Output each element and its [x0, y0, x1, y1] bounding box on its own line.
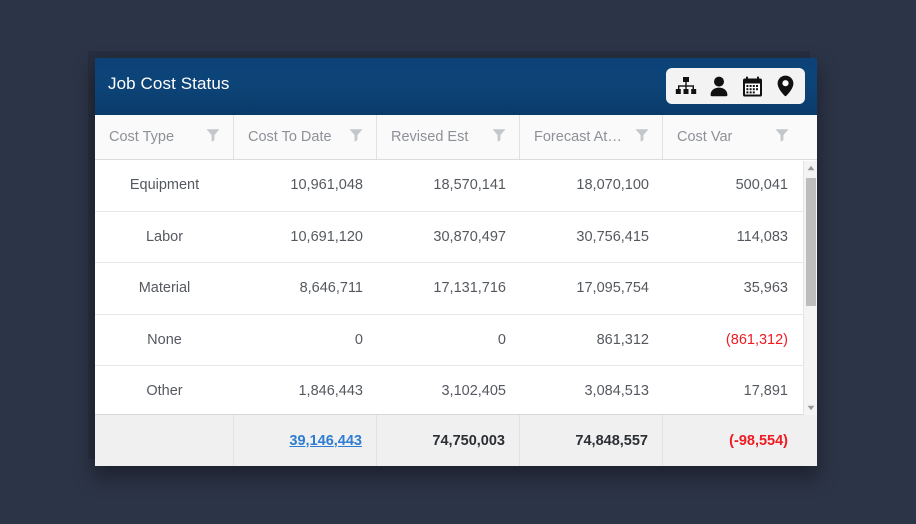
- total-cell-cost-type: [95, 415, 234, 466]
- panel-title: Job Cost Status: [108, 74, 230, 93]
- org-chart-icon[interactable]: [674, 74, 698, 98]
- filter-icon[interactable]: [205, 127, 221, 147]
- column-header-label: Cost Type: [109, 129, 175, 145]
- filter-icon[interactable]: [348, 127, 364, 147]
- row-cell-cost-var: (861,312): [725, 331, 788, 348]
- job-cost-table: Cost Type Cost To Date Revised Est Forec…: [95, 115, 817, 466]
- row-cell-revised-est: 0: [497, 331, 506, 348]
- row-cell-cost-to-date: 10,961,048: [290, 177, 363, 194]
- panel-header: Job Cost Status: [95, 58, 817, 115]
- row-cell-forecast-at: 18,070,100: [576, 177, 649, 194]
- column-header-label: Forecast At…: [534, 129, 622, 145]
- column-header-forecast-at[interactable]: Forecast At…: [520, 115, 663, 159]
- header-toolbar: [666, 68, 805, 104]
- calendar-icon[interactable]: [740, 74, 764, 98]
- row-cell-revised-est: 30,870,497: [433, 228, 506, 245]
- column-header-label: Revised Est: [391, 129, 469, 145]
- table-body: Equipment 10,961,048 18,570,141 18,070,100 5…: [95, 160, 817, 414]
- table-row[interactable]: None 0 0 861,312 (861,312): [95, 314, 817, 366]
- row-cell-forecast-at: 17,095,754: [576, 280, 649, 297]
- row-cell-cost-to-date: 10,691,120: [290, 228, 363, 245]
- row-cell-forecast-at: 30,756,415: [576, 228, 649, 245]
- column-header-cost-type[interactable]: Cost Type: [95, 115, 234, 159]
- row-cell-cost-type: Other: [146, 383, 183, 400]
- row-cell-cost-type: Equipment: [129, 177, 200, 194]
- column-header-label: Cost To Date: [248, 129, 332, 145]
- row-cell-revised-est: 3,102,405: [441, 383, 506, 400]
- table-row[interactable]: Material 8,646,711 17,131,716 17,095,754 35,…: [95, 263, 817, 315]
- row-cell-cost-type: Labor: [145, 228, 184, 245]
- row-cell-cost-to-date: 8,646,711: [299, 280, 363, 297]
- row-cell-cost-to-date: 0: [354, 331, 363, 348]
- table-row[interactable]: Labor 10,691,120 30,870,497 30,756,415 114,0…: [95, 211, 817, 263]
- column-header-label: Cost Var: [677, 129, 733, 145]
- total-cell-cost-to-date: 39,146,443: [234, 415, 377, 466]
- table-total-row: 39,146,443 74,750,003 74,848,557 (-98,55…: [95, 414, 817, 466]
- row-cell-cost-var: 114,083: [736, 228, 788, 245]
- row-cell-cost-var: 35,963: [743, 280, 788, 297]
- filter-icon[interactable]: [774, 127, 790, 147]
- total-cell-cost-var: (-98,554): [729, 432, 788, 449]
- scroll-up-arrow[interactable]: [804, 161, 817, 175]
- total-cell-forecast-at: 74,848,557: [520, 415, 663, 466]
- row-cell-forecast-at: 3,084,513: [584, 383, 649, 400]
- job-cost-status-panel: Job Cost Status Cost Type Cost To Date R…: [95, 58, 817, 466]
- table-row[interactable]: Other 1,846,443 3,102,405 3,084,513 17,891: [95, 366, 817, 414]
- column-header-revised-est[interactable]: Revised Est: [377, 115, 520, 159]
- vertical-scrollbar[interactable]: [803, 161, 817, 415]
- person-icon[interactable]: [707, 74, 731, 98]
- row-cell-revised-est: 17,131,716: [433, 280, 506, 297]
- row-cell-forecast-at: 861,312: [596, 331, 649, 348]
- row-cell-cost-type: None: [147, 331, 182, 348]
- scrollbar-thumb[interactable]: [806, 178, 816, 306]
- column-header-cost-var[interactable]: Cost Var: [663, 115, 802, 159]
- scroll-down-arrow[interactable]: [804, 401, 817, 415]
- column-header-cost-to-date[interactable]: Cost To Date: [234, 115, 377, 159]
- table-row[interactable]: Equipment 10,961,048 18,570,141 18,070,100 5…: [95, 160, 817, 212]
- row-cell-revised-est: 18,570,141: [433, 177, 506, 194]
- row-cell-cost-var: 500,041: [735, 177, 788, 194]
- row-cell-cost-var: 17,891: [743, 383, 788, 400]
- filter-icon[interactable]: [634, 127, 650, 147]
- total-cell-revised-est: 74,750,003: [377, 415, 520, 466]
- row-cell-cost-to-date: 1,846,443: [298, 383, 363, 400]
- location-pin-icon[interactable]: [773, 74, 797, 98]
- table-header-row: Cost Type Cost To Date Revised Est Forec…: [95, 115, 817, 160]
- row-cell-cost-type: Material: [138, 280, 191, 297]
- total-cost-to-date-link[interactable]: 39,146,443: [289, 433, 362, 449]
- filter-icon[interactable]: [491, 127, 507, 147]
